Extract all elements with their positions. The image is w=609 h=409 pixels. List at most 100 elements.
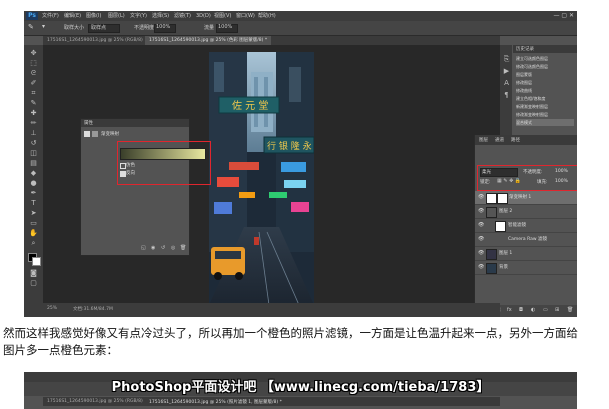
layer-row[interactable]: 👁 图层 2	[475, 205, 577, 219]
layers-panel-tabs: 图层 通道 路径	[475, 135, 577, 145]
clip-icon[interactable]: ◱	[141, 245, 146, 251]
history-item[interactable]: 图层蒙版	[516, 71, 574, 78]
brush-tool-icon[interactable]: ✏	[29, 119, 38, 128]
properties-panel: 属性 渐变映射 仿色 反向 ◱ ◉ ↺ ◎ 🗑	[80, 118, 211, 256]
menu-item-edit[interactable]: 编辑(E)	[64, 12, 81, 20]
healing-brush-icon[interactable]: ✚	[29, 109, 38, 118]
blur-tool-icon[interactable]: ◆	[29, 169, 38, 178]
quick-mask-icon[interactable]: ◙	[29, 269, 38, 278]
layer-row[interactable]: 👁 智能滤镜	[475, 219, 577, 233]
menu-item-3d[interactable]: 3D(D)	[196, 12, 211, 20]
delete-icon[interactable]: 🗑	[180, 245, 186, 251]
dodge-tool-icon[interactable]: ●	[29, 179, 38, 188]
sample-size-label: 取样大小	[64, 25, 85, 31]
window-controls[interactable]: — ▢ ✕	[553, 12, 574, 20]
marquee-tool-icon[interactable]: ⬚	[29, 59, 38, 68]
new-adjustment-icon[interactable]: ◐	[531, 307, 535, 313]
eye-icon[interactable]: 👁	[478, 236, 484, 242]
menu-item-window[interactable]: 窗口(W)	[236, 12, 255, 20]
history-item[interactable]: 修改渐变映射图层	[516, 111, 574, 118]
hand-tool-icon[interactable]: ✋	[29, 229, 38, 238]
quick-select-tool-icon[interactable]: ✐	[29, 79, 38, 88]
layer-row-selected[interactable]: 👁 渐变映射 1	[475, 191, 577, 205]
eraser-tool-icon[interactable]: ◫	[29, 149, 38, 158]
tab-layers[interactable]: 图层	[479, 137, 488, 143]
watermark-banner: PhotoShop平面设计吧 【www.linecg.com/tieba/178…	[111, 380, 490, 395]
fill-value[interactable]: 100%	[555, 179, 568, 184]
menu-item-select[interactable]: 选择(S)	[152, 12, 169, 20]
tab-document-2[interactable]: 17516S1_1264590013.jpg @ 25% (色彩 图层蒙版/8)…	[145, 36, 272, 45]
tutorial-caption: 然而这样我感觉好像又有点冷过头了，所以再加一个橙色的照片滤镜，一方面是让色温升起…	[3, 325, 607, 359]
tab-second-1[interactable]: 17516S1_1264590013.jpg @ 25% (RGB/8)	[47, 399, 143, 404]
view-previous-icon[interactable]: ◉	[151, 245, 155, 251]
history-panel-header: 历史记录	[513, 45, 577, 53]
opacity-option-label: 不透明度	[134, 25, 155, 31]
eyedropper-icon[interactable]: ✎	[29, 99, 38, 108]
new-group-icon[interactable]: ▭	[543, 307, 548, 313]
history-item-selected[interactable]: 混合模式	[516, 119, 574, 126]
eye-icon[interactable]: 👁	[478, 222, 484, 228]
menu-item-filter[interactable]: 滤镜(T)	[174, 12, 191, 20]
menu-item-layer[interactable]: 图层(L)	[108, 12, 125, 20]
layer-row[interactable]: 👁 背景	[475, 261, 577, 275]
pen-tool-icon[interactable]: ✒	[29, 189, 38, 198]
lasso-tool-icon[interactable]: ᘓ	[29, 69, 38, 78]
layer-opacity-value[interactable]: 100%	[555, 169, 568, 174]
tab-second-2[interactable]: 17516S1_1264590013.jpg @ 25% (照片滤镜 1, 图层…	[149, 399, 282, 405]
crop-tool-icon[interactable]: ⌗	[29, 89, 38, 98]
history-item[interactable]: 修改曲线	[516, 87, 574, 94]
path-select-icon[interactable]: ➤	[29, 209, 38, 218]
gradient-tool-icon[interactable]: ▤	[29, 159, 38, 168]
tab-document-1[interactable]: 17516S1_1264590013.jpg @ 25% (RGB/8)	[43, 36, 147, 45]
trash-icon[interactable]: 🗑	[567, 307, 573, 313]
history-item[interactable]: 新建渐变映射图层	[516, 103, 574, 110]
layer-thumbnail	[486, 263, 497, 274]
shape-tool-icon[interactable]: ▭	[29, 219, 38, 228]
eye-icon[interactable]: 👁	[478, 250, 484, 256]
paragraph-panel-icon[interactable]: ¶	[502, 91, 511, 100]
background-color-swatch[interactable]	[32, 257, 41, 266]
history-panel-icon[interactable]: ⎘	[502, 55, 511, 64]
new-layer-icon[interactable]: ⊞	[555, 307, 559, 313]
menu-item-type[interactable]: 文字(Y)	[130, 12, 147, 20]
tab-paths[interactable]: 路径	[511, 137, 520, 143]
tool-preset-icon[interactable]: ▾	[42, 23, 45, 30]
zoom-tool-icon[interactable]: ⌕	[29, 239, 38, 248]
eye-icon[interactable]: 👁	[478, 208, 484, 214]
history-item[interactable]: 建立色相/饱和度	[516, 95, 574, 102]
layer-name: 渐变映射 1	[509, 195, 532, 200]
eye-icon[interactable]: 👁	[478, 194, 484, 200]
lock-icons[interactable]: ▦ ✎ ✥ 🔒	[497, 178, 521, 184]
layer-mask-thumbnail	[497, 193, 508, 204]
history-brush-icon[interactable]: ↺	[29, 139, 38, 148]
gradient-bar[interactable]	[120, 148, 206, 160]
tab-channels[interactable]: 通道	[495, 137, 504, 143]
clone-stamp-icon[interactable]: ⊥	[29, 129, 38, 138]
reset-icon[interactable]: ↺	[161, 245, 165, 251]
eyedropper-tool-icon[interactable]: ✎	[28, 23, 34, 31]
history-item[interactable]: 修改图层	[516, 79, 574, 86]
opacity-option-value: 100%	[156, 24, 171, 30]
actions-panel-icon[interactable]: ▶	[502, 67, 511, 76]
layers-panel: 图层 通道 路径 柔光 不透明度: 100% 锁定: ▦ ✎ ✥ 🔒 填充: 1…	[474, 135, 577, 317]
fx-icon[interactable]: fx	[507, 307, 512, 313]
add-mask-icon[interactable]: ◘	[519, 307, 523, 313]
menu-item-view[interactable]: 视图(V)	[214, 12, 231, 20]
layer-name: Camera Raw 滤镜	[508, 237, 547, 242]
move-tool-icon[interactable]: ✥	[29, 49, 38, 58]
character-panel-icon[interactable]: A	[502, 79, 511, 88]
sign-mid-text: 行 银 隆 永	[267, 140, 312, 152]
visibility-icon[interactable]: ◎	[171, 245, 175, 251]
zoom-level[interactable]: 25%	[47, 306, 57, 311]
history-item[interactable]: 建立可选颜色图层	[516, 55, 574, 62]
layer-row[interactable]: 👁 Camera Raw 滤镜	[475, 233, 577, 247]
menu-item-image[interactable]: 图像(I)	[86, 12, 101, 20]
mask-icon[interactable]	[92, 131, 98, 137]
history-item[interactable]: 修改可选颜色图层	[516, 63, 574, 70]
menu-item-file[interactable]: 文件(F)	[42, 12, 59, 20]
layer-row[interactable]: 👁 图层 1	[475, 247, 577, 261]
eye-icon[interactable]: 👁	[478, 264, 484, 270]
screen-mode-icon[interactable]: ▢	[29, 279, 38, 288]
type-tool-icon[interactable]: T	[29, 199, 38, 208]
menu-item-help[interactable]: 帮助(H)	[258, 12, 276, 20]
